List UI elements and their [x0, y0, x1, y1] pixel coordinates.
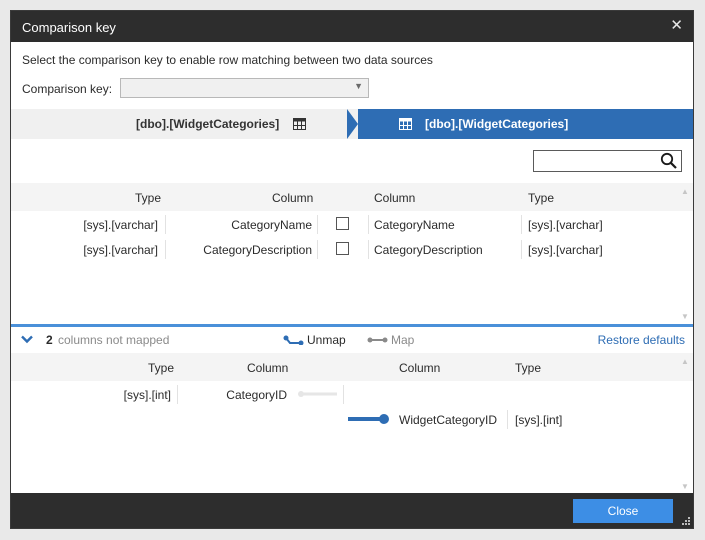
- column-right-cell: CategoryDescription: [374, 243, 483, 257]
- search-input[interactable]: [533, 150, 682, 172]
- header-type-right: Type: [528, 191, 555, 205]
- type-right-cell: [sys].[varchar]: [528, 218, 603, 232]
- data-source-bar: [dbo].[WidgetCategories] [dbo].[WidgetCa…: [11, 109, 693, 139]
- resize-grip-icon[interactable]: [682, 517, 690, 525]
- type-right-cell: [sys].[varchar]: [528, 243, 603, 257]
- scroll-up-icon[interactable]: ▲: [681, 357, 689, 366]
- map-link-handle[interactable]: [347, 413, 391, 425]
- chevron-down-icon: ▼: [354, 81, 363, 91]
- close-button[interactable]: Close: [573, 499, 673, 523]
- table-row[interactable]: [sys].[varchar] CategoryName CategoryNam…: [11, 212, 675, 237]
- instruction-text: Select the comparison key to enable row …: [22, 53, 433, 67]
- column-right-cell: CategoryName: [374, 218, 455, 232]
- scroll-up-icon[interactable]: ▲: [681, 187, 689, 196]
- close-icon[interactable]: ✕: [670, 17, 683, 35]
- map-icon: [367, 337, 388, 343]
- header-type-right: Type: [515, 361, 542, 375]
- restore-defaults-link[interactable]: Restore defaults: [598, 333, 685, 347]
- unmapped-text: columns not mapped: [58, 333, 170, 347]
- map-label: Map: [391, 333, 415, 347]
- comparison-key-dialog: Comparison key ✕ Select the comparison k…: [10, 10, 694, 529]
- comparison-key-dropdown[interactable]: ▼: [120, 78, 369, 98]
- table-icon: [293, 118, 306, 130]
- header-type-left: Type: [135, 191, 162, 205]
- mapped-grid-scrollbar[interactable]: ▲ ▼: [681, 187, 691, 321]
- column-left-cell: CategoryID: [226, 388, 287, 402]
- type-left-cell: [sys].[varchar]: [83, 243, 158, 257]
- column-left-cell: CategoryName: [231, 218, 312, 232]
- chevron-down-icon[interactable]: [21, 335, 33, 344]
- unmapped-grid-scrollbar[interactable]: ▲ ▼: [681, 357, 691, 491]
- header-column-right: Column: [399, 361, 441, 375]
- unmapped-link-handle[interactable]: [297, 391, 339, 397]
- table-row[interactable]: [sys].[varchar] CategoryDescription Cate…: [11, 237, 675, 262]
- unmapped-toolbar: 2 columns not mapped Unmap Map Restore d…: [11, 327, 693, 353]
- scroll-down-icon[interactable]: ▼: [681, 482, 689, 491]
- type-left-cell: [sys].[int]: [123, 388, 171, 402]
- tab-source-right[interactable]: [dbo].[WidgetCategories]: [347, 109, 693, 139]
- comparison-key-label: Comparison key:: [22, 82, 113, 96]
- mapped-grid-header: Type Column Column Type: [11, 183, 693, 211]
- dialog-title: Comparison key: [22, 20, 116, 35]
- header-type-left: Type: [148, 361, 175, 375]
- unmapped-count: 2: [46, 333, 53, 347]
- column-left-cell: CategoryDescription: [203, 243, 312, 257]
- unmap-icon: [283, 335, 304, 345]
- search-icon[interactable]: [660, 152, 678, 170]
- header-column-left: Column: [272, 191, 314, 205]
- column-right-cell: WidgetCategoryID: [399, 413, 498, 427]
- unmapped-grid-header: Type Column Column Type: [11, 353, 693, 381]
- table-row[interactable]: [sys].[int] CategoryID: [11, 382, 675, 407]
- unmap-label: Unmap: [307, 333, 346, 347]
- tab-source-left[interactable]: [dbo].[WidgetCategories]: [11, 109, 347, 139]
- header-column-right: Column: [374, 191, 416, 205]
- source-right-label: [dbo].[WidgetCategories]: [425, 117, 569, 131]
- mapping-checkbox[interactable]: [336, 217, 349, 230]
- table-row[interactable]: WidgetCategoryID [sys].[int]: [11, 407, 675, 432]
- scroll-down-icon[interactable]: ▼: [681, 312, 689, 321]
- source-left-label: [dbo].[WidgetCategories]: [136, 117, 280, 131]
- footer-bar: Close: [11, 493, 693, 528]
- mapping-checkbox[interactable]: [336, 242, 349, 255]
- type-right-cell: [sys].[int]: [515, 413, 563, 427]
- title-bar: Comparison key ✕: [11, 11, 693, 42]
- type-left-cell: [sys].[varchar]: [83, 218, 158, 232]
- table-icon: [399, 118, 412, 130]
- header-column-left: Column: [247, 361, 289, 375]
